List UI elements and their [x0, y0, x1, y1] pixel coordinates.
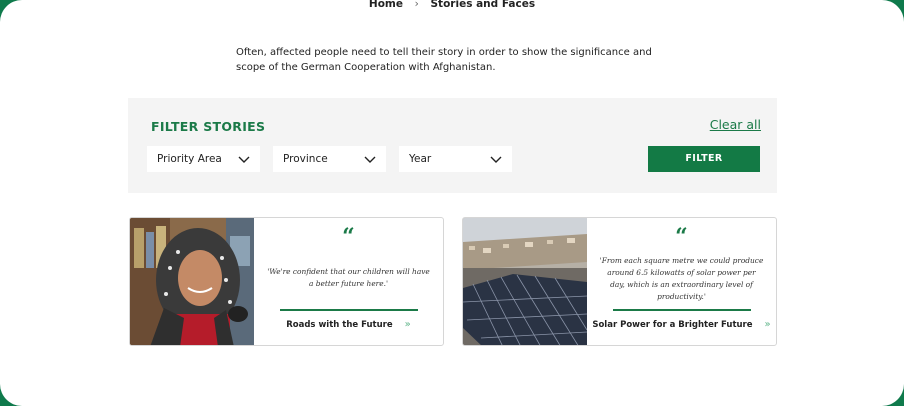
- year-select-label: Year: [409, 153, 432, 165]
- story-link-label: Solar Power for a Brighter Future: [592, 320, 753, 330]
- breadcrumb-current: Stories and Faces: [430, 0, 536, 10]
- story-card[interactable]: “ 'We're confident that our children wil…: [129, 217, 444, 346]
- woman-portrait-photo: [130, 218, 254, 345]
- chevron-down-icon: [238, 156, 250, 163]
- story-link-label: Roads with the Future: [286, 320, 393, 330]
- quote-icon: “: [342, 224, 355, 250]
- page-frame: Home › Stories and Faces Often, affected…: [0, 0, 904, 406]
- province-select-label: Province: [283, 153, 328, 165]
- chevron-down-icon: [490, 156, 502, 163]
- story-quote: 'We're confident that our children will …: [267, 267, 430, 288]
- breadcrumb-home-link[interactable]: Home: [369, 0, 403, 10]
- double-chevron-right-icon: »: [764, 319, 771, 330]
- filter-title: FILTER STORIES: [151, 119, 266, 134]
- province-select[interactable]: Province: [273, 146, 386, 172]
- story-link[interactable]: Solar Power for a Brighter Future »: [587, 319, 776, 330]
- divider: [613, 309, 751, 311]
- filter-panel: FILTER STORIES Clear all Priority Area P…: [128, 98, 777, 193]
- double-chevron-right-icon: »: [404, 319, 411, 330]
- chevron-right-icon: ›: [414, 0, 419, 10]
- priority-area-select[interactable]: Priority Area: [147, 146, 260, 172]
- story-quote: 'From each square metre we could produce…: [599, 256, 764, 301]
- breadcrumb: Home › Stories and Faces: [0, 0, 904, 10]
- story-link[interactable]: Roads with the Future »: [254, 319, 443, 330]
- filter-button[interactable]: FILTER: [648, 146, 760, 172]
- story-card-content: “ 'From each square metre we could produ…: [587, 218, 776, 345]
- priority-area-select-label: Priority Area: [157, 153, 222, 165]
- solar-panels-photo: [463, 218, 587, 345]
- year-select[interactable]: Year: [399, 146, 512, 172]
- divider: [280, 309, 418, 311]
- story-card[interactable]: “ 'From each square metre we could produ…: [462, 217, 777, 346]
- chevron-down-icon: [364, 156, 376, 163]
- quote-icon: “: [675, 224, 688, 250]
- story-card-content: “ 'We're confident that our children wil…: [254, 218, 443, 345]
- clear-all-link[interactable]: Clear all: [710, 117, 761, 132]
- intro-text: Often, affected people need to tell thei…: [236, 47, 652, 73]
